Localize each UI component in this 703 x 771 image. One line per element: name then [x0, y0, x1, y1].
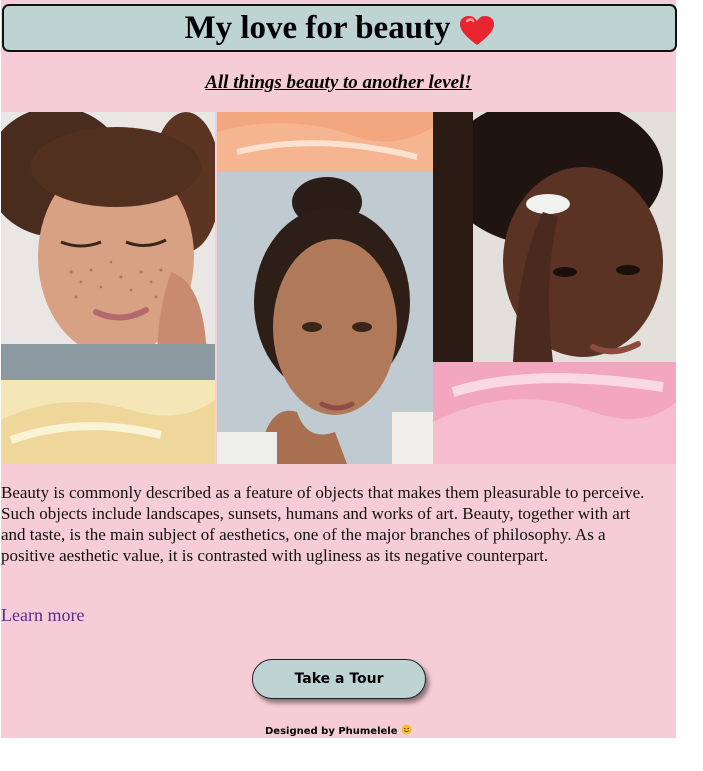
- freckled-woman-photo: [1, 112, 215, 380]
- beauty-photo-collage: [1, 112, 676, 464]
- title-banner: My love for beauty: [2, 4, 677, 52]
- page-container: My love for beauty All things beauty to …: [1, 0, 677, 738]
- footer-text: Designed by Phumelele: [265, 726, 398, 737]
- learn-more-link[interactable]: Learn more: [1, 605, 84, 626]
- peach-texture-photo: [217, 112, 433, 172]
- take-a-tour-button[interactable]: Take a Tour: [252, 659, 426, 699]
- page-subtitle: All things beauty to another level!: [205, 72, 472, 93]
- page-title: My love for beauty: [184, 10, 451, 46]
- woman-portrait-photo: [217, 172, 433, 464]
- beauty-description: Beauty is commonly described as a featur…: [1, 483, 645, 565]
- skincare-woman-photo: [433, 112, 676, 362]
- cream-texture-photo: [1, 380, 215, 464]
- red-heart-icon: [459, 16, 494, 46]
- pink-texture-photo: [433, 362, 676, 464]
- footer-credit: Designed by Phumelele: [1, 724, 676, 737]
- smiling-face-icon: [401, 724, 412, 735]
